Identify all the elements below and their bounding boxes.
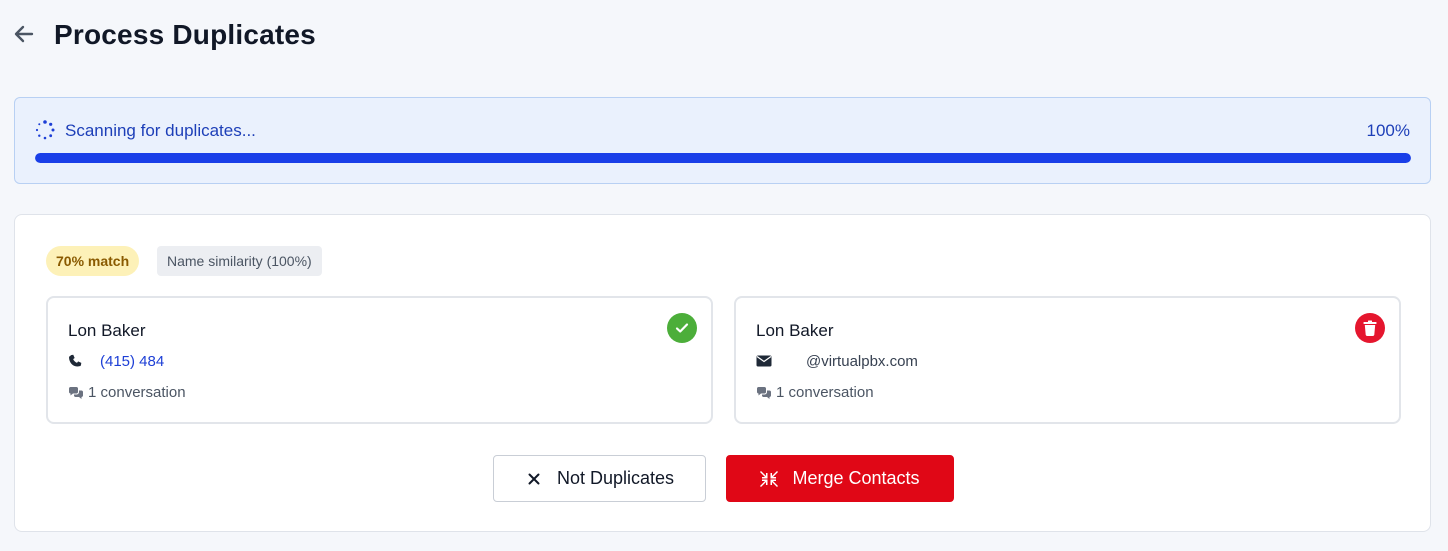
match-badge: 70% match	[46, 246, 140, 276]
contact-conversations: 1 conversation	[68, 384, 186, 401]
scan-progress-bar	[35, 153, 1411, 163]
conversation-count: 1 conversation	[88, 384, 186, 401]
contact-name: Lon Baker	[68, 321, 146, 340]
merge-contacts-label: Merge Contacts	[792, 468, 920, 488]
page-header: Process Duplicates	[0, 0, 1448, 72]
comments-icon	[756, 386, 772, 400]
conversation-count: 1 conversation	[776, 384, 874, 401]
scan-panel: Scanning for duplicates... 100%	[14, 97, 1431, 184]
arrow-left-icon	[12, 22, 36, 51]
contact-email: @virtualpbx.com	[756, 353, 918, 370]
scan-percent: 100%	[1366, 121, 1410, 140]
merge-contacts-button[interactable]: Merge Contacts	[726, 455, 954, 502]
reason-badge: Name similarity (100%)	[157, 246, 322, 276]
back-button[interactable]	[10, 22, 38, 50]
check-circle-icon	[667, 313, 697, 343]
compress-arrows-icon	[760, 470, 779, 488]
duplicate-group-card: 70% match Name similarity (100%) Lon Bak…	[14, 214, 1431, 532]
scan-status-label: Scanning for duplicates...	[65, 121, 256, 140]
close-icon	[525, 470, 543, 488]
contact-card-primary[interactable]: Lon Baker (415) 484 1 conversation	[46, 296, 713, 424]
contact-phone: (415) 484	[68, 353, 164, 370]
not-duplicates-button[interactable]: Not Duplicates	[493, 455, 706, 502]
comments-icon	[68, 386, 84, 400]
contact-card-duplicate[interactable]: Lon Baker @virtualpbx.com 1 conversation	[734, 296, 1401, 424]
page-title: Process Duplicates	[54, 19, 316, 50]
not-duplicates-label: Not Duplicates	[556, 468, 675, 488]
spinner-icon	[35, 120, 55, 140]
contact-name: Lon Baker	[756, 321, 834, 340]
contact-phone-number[interactable]: (415) 484	[100, 353, 164, 370]
scan-progress-fill	[35, 153, 1411, 163]
trash-icon[interactable]	[1355, 313, 1385, 343]
contact-conversations: 1 conversation	[756, 384, 874, 401]
contact-email-address[interactable]: @virtualpbx.com	[806, 353, 918, 370]
phone-icon	[68, 354, 84, 370]
envelope-icon	[756, 354, 772, 370]
